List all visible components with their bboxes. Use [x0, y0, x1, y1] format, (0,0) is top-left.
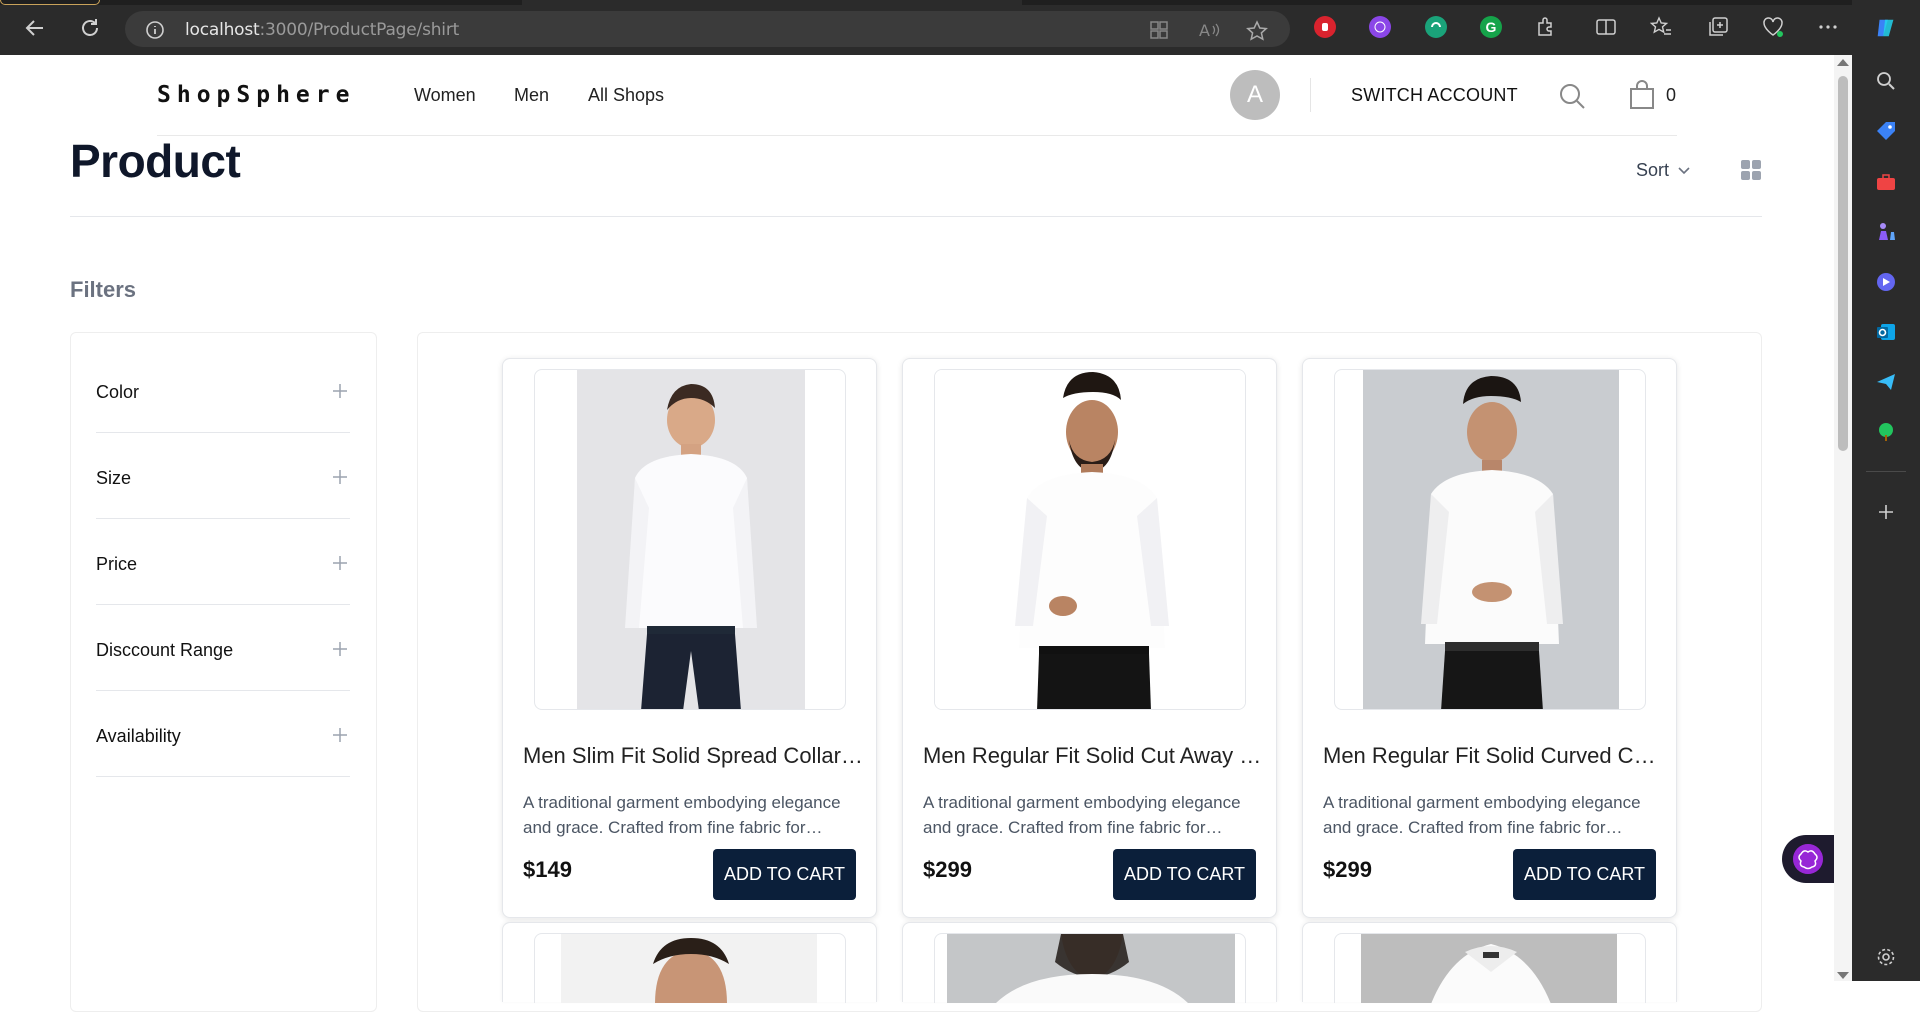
site-logo[interactable]: ShopSphere [157, 82, 355, 108]
plus-icon[interactable] [332, 641, 348, 657]
brain-icon [1793, 844, 1823, 874]
copilot-icon[interactable] [1874, 16, 1898, 40]
product-name[interactable]: Men Regular Fit Solid Cut Away Collar Sh… [923, 743, 1263, 769]
product-price: $299 [923, 857, 972, 882]
add-icon[interactable] [1874, 500, 1898, 524]
sort-dropdown[interactable]: Sort [1636, 160, 1691, 181]
tree-icon[interactable] [1874, 420, 1898, 444]
search-icon[interactable] [1558, 82, 1586, 115]
product-name[interactable]: Men Regular Fit Solid Curved Collar Shir… [1323, 743, 1663, 769]
favorites-icon[interactable] [1649, 16, 1672, 43]
shopping-tag-icon[interactable] [1874, 119, 1898, 143]
filter-size[interactable]: Size [96, 433, 350, 519]
product-description: A traditional garment embodying elegance… [923, 793, 1241, 837]
product-card[interactable] [902, 922, 1277, 1003]
plus-icon[interactable] [332, 469, 348, 485]
product-card[interactable]: Men Regular Fit Solid Cut Away Collar Sh… [902, 358, 1277, 918]
page-title: Product [70, 135, 241, 187]
browser-toolbar: localhost:3000/ProductPage/shirt A G [0, 0, 1920, 55]
plus-icon[interactable] [332, 555, 348, 571]
filters-heading: Filters [70, 277, 137, 302]
scrollbar-thumb[interactable] [1838, 76, 1848, 451]
browser-essentials-icon[interactable] [1762, 16, 1784, 43]
nav-women[interactable]: Women [414, 85, 476, 106]
switch-account-button[interactable]: SWITCH ACCOUNT [1351, 85, 1518, 106]
product-description: A traditional garment embodying elegance… [1323, 793, 1641, 837]
filter-panel: Color Size Price Disccount Range Availab… [70, 332, 377, 1012]
sort-label: Sort [1636, 160, 1670, 180]
chevron-down-icon [1678, 166, 1690, 174]
more-options-icon[interactable] [1817, 16, 1839, 43]
collections-icon[interactable] [1707, 16, 1729, 43]
filter-label: Availability [96, 726, 181, 746]
svg-text:A: A [1199, 21, 1210, 40]
grid-view-icon[interactable] [1740, 159, 1762, 186]
product-price: $299 [1323, 857, 1372, 882]
tab-strip [0, 0, 1920, 5]
active-tab[interactable] [0, 0, 100, 5]
header-divider-line [157, 135, 1677, 136]
filter-label: Size [96, 468, 132, 488]
plus-icon[interactable] [332, 727, 348, 743]
settings-gear-icon[interactable] [1874, 945, 1898, 969]
extensions-puzzle-icon[interactable] [1535, 16, 1557, 43]
product-image[interactable] [534, 369, 846, 710]
avatar[interactable]: A [1230, 70, 1280, 120]
grammarly-icon[interactable]: G [1480, 16, 1502, 38]
filter-label: Color [96, 382, 140, 402]
filter-label: Disccount Range [96, 640, 234, 660]
product-image[interactable] [934, 933, 1246, 1003]
split-screen-icon[interactable] [1595, 16, 1617, 43]
add-to-cart-button[interactable]: ADD TO CART [713, 849, 856, 900]
product-card[interactable]: Men Slim Fit Solid Spread Collar Formal … [502, 358, 877, 918]
header-divider [1310, 78, 1311, 112]
inactive-tab[interactable] [522, 0, 1022, 5]
nav-men[interactable]: Men [514, 85, 549, 106]
games-chess-icon[interactable] [1874, 219, 1898, 243]
cart-count: 0 [1666, 85, 1677, 105]
nav-all-shops[interactable]: All Shops [588, 85, 664, 106]
assistant-widget[interactable] [1782, 835, 1834, 883]
product-image[interactable] [534, 933, 846, 1003]
copilot-app-icon[interactable] [1874, 270, 1898, 294]
product-image[interactable] [1334, 933, 1646, 1003]
extension-sync-icon[interactable] [1425, 16, 1447, 38]
filter-price[interactable]: Price [96, 519, 350, 605]
plus-icon[interactable] [332, 383, 348, 399]
url-text[interactable]: localhost:3000/ProductPage/shirt [185, 20, 459, 40]
tools-briefcase-icon[interactable] [1874, 170, 1898, 194]
filter-color[interactable]: Color [96, 347, 350, 433]
product-description: A traditional garment embodying elegance… [523, 793, 841, 837]
search-icon[interactable] [1874, 69, 1898, 93]
shopping-bag-icon[interactable] [1628, 80, 1656, 115]
favorite-star-icon[interactable] [1246, 20, 1268, 47]
back-icon[interactable] [21, 14, 49, 42]
refresh-icon[interactable] [76, 14, 104, 42]
product-card[interactable] [1302, 922, 1677, 1003]
product-price: $149 [523, 857, 572, 882]
site-info-icon[interactable] [145, 20, 165, 45]
add-to-cart-button[interactable]: ADD TO CART [1513, 849, 1656, 900]
app-available-icon[interactable] [1149, 20, 1169, 45]
read-aloud-icon[interactable]: A [1199, 20, 1221, 45]
address-bar[interactable]: localhost:3000/ProductPage/shirt A [125, 11, 1290, 47]
filter-discount-range[interactable]: Disccount Range [96, 605, 350, 691]
scroll-up-arrow-icon[interactable] [1837, 59, 1849, 66]
send-telegram-icon[interactable] [1874, 370, 1898, 394]
product-card[interactable]: Men Regular Fit Solid Curved Collar Shir… [1302, 358, 1677, 918]
filter-availability[interactable]: Availability [96, 691, 350, 777]
product-image[interactable] [934, 369, 1246, 710]
extension-globe-icon[interactable] [1369, 16, 1391, 38]
extension-stop-icon[interactable] [1314, 16, 1336, 38]
sidebar-divider [1866, 471, 1906, 472]
title-divider [70, 216, 1762, 217]
product-name[interactable]: Men Slim Fit Solid Spread Collar Formal … [523, 743, 863, 769]
outlook-icon[interactable] [1874, 320, 1898, 344]
filter-label: Price [96, 554, 138, 574]
edge-sidebar [1852, 0, 1920, 981]
product-image[interactable] [1334, 369, 1646, 710]
scroll-down-arrow-icon[interactable] [1837, 972, 1849, 979]
add-to-cart-button[interactable]: ADD TO CART [1113, 849, 1256, 900]
product-card[interactable] [502, 922, 877, 1003]
